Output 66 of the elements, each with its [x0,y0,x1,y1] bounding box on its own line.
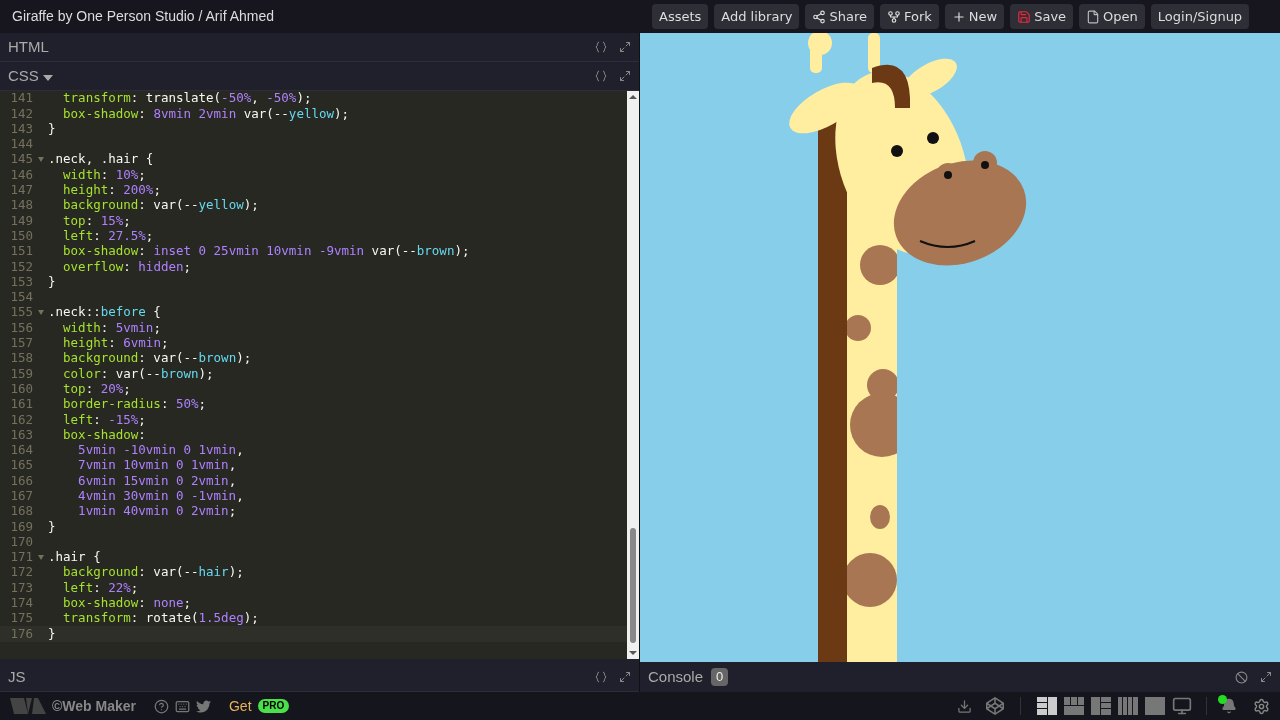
clear-icon[interactable] [1235,670,1248,684]
code-line: height: 6vmin; [62,334,169,352]
format-icon[interactable] [595,70,607,82]
toolbar-button[interactable]: Add library [714,4,800,29]
share-icon [812,9,827,24]
monitor-icon[interactable] [1172,696,1192,716]
codepen-icon[interactable] [986,697,1004,715]
toolbar-button[interactable]: Assets [652,4,709,29]
settings-icon[interactable] [1253,697,1270,715]
code-line: 1vmin 40vmin 0 2vmin; [77,502,237,521]
window-title: Giraffe by One Person Studio / Arif Ahmed [12,7,275,26]
download-icon[interactable] [957,698,972,714]
code-line: 5vmin -10vmin 0 1vmin, [77,441,244,459]
code-line: height: 200%; [62,181,161,199]
toolbar-button[interactable]: Share [805,4,874,29]
toolbar-button[interactable]: Login/Signup [1150,4,1250,29]
code-line: background: var(--yellow); [62,197,259,215]
layout-icon[interactable] [1037,697,1057,715]
brand-label[interactable]: ©Web Maker [52,695,136,717]
toolbar-button[interactable]: Fork [879,4,939,29]
console-title[interactable]: Console [648,665,704,689]
floppy-icon [1017,9,1032,24]
keyboard-icon[interactable] [175,698,190,714]
plus-icon [951,9,966,24]
code-line: left: 22%; [62,579,139,597]
code-line: } [48,272,56,291]
pane-title[interactable]: JS [8,665,26,689]
expand-icon[interactable] [1260,671,1272,683]
caret-icon [42,75,53,81]
logo-icon [10,698,46,714]
code-line: .hair { [48,548,101,566]
scroll-down-icon[interactable] [629,649,637,657]
get-pro-link[interactable]: Get PRO [229,695,290,717]
format-icon[interactable] [595,671,607,683]
expand-icon[interactable] [619,41,631,53]
help-icon[interactable] [154,698,169,714]
twitter-icon[interactable] [196,698,211,714]
expand-icon[interactable] [619,671,631,683]
line-number: 167 [9,487,33,505]
code-line: transform: rotate(1.5deg); [62,609,259,628]
pane-title[interactable]: CSS [8,64,39,88]
code-line: box-shadow: none; [62,594,191,612]
format-icon[interactable] [595,41,607,53]
code-line: } [48,517,56,536]
toolbar-button[interactable]: Save [1010,4,1074,29]
count-badge: 0 [711,668,729,686]
code-line: top: 15%; [62,212,131,230]
code-line: left: 27.5%; [62,227,154,245]
toolbar-button[interactable]: New [944,4,1005,29]
code-line: background: var(--hair); [62,563,244,582]
fold-icon[interactable] [37,555,44,561]
code-line: } [48,624,56,643]
toolbar-button[interactable]: Open [1079,4,1145,29]
code-line: box-shadow: [62,426,146,444]
expand-icon[interactable] [619,70,631,82]
file-icon [1086,9,1101,24]
code-line: 4vmin 30vmin 0 -1vmin, [77,487,244,505]
notification-bell[interactable] [1221,698,1237,714]
fold-icon[interactable] [37,157,44,163]
code-line: } [48,119,56,138]
fold-icon[interactable] [37,310,44,316]
pane-title[interactable]: HTML [8,35,49,59]
code-line: background: var(--brown); [62,350,252,368]
fork-icon [886,9,901,24]
scrollbar[interactable] [627,91,639,659]
scroll-up-icon[interactable] [629,93,637,101]
